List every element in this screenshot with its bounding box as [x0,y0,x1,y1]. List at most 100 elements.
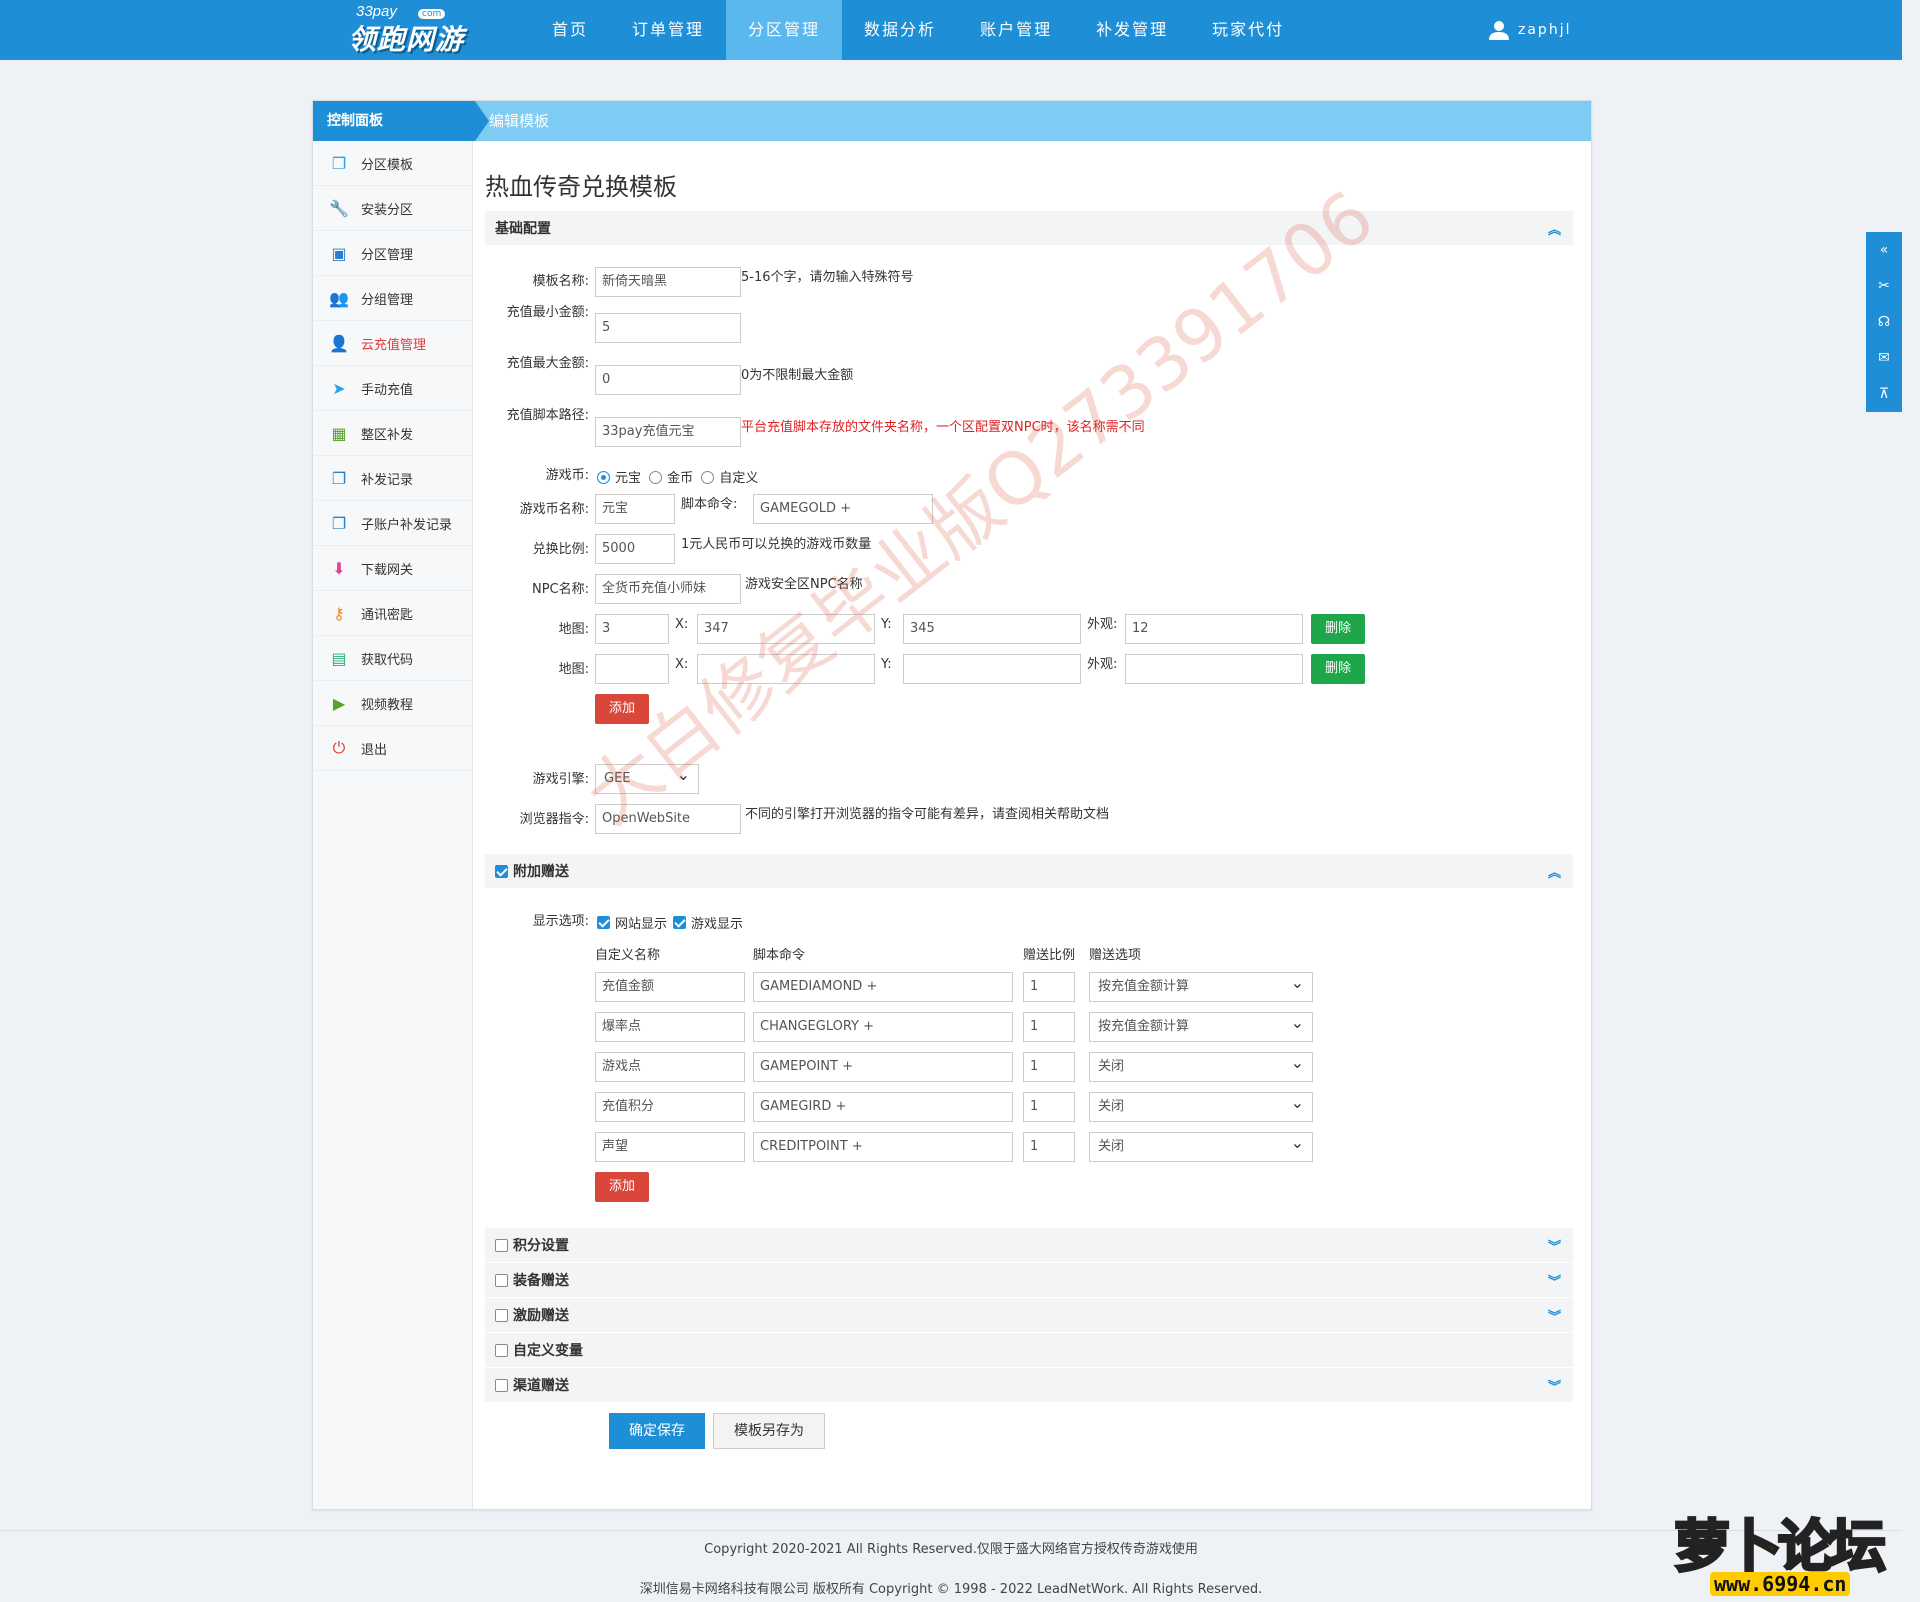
bonus-name-input[interactable]: 充值金额 [595,972,745,1002]
section-equipment[interactable]: 装备赠送 ︾ [485,1263,1573,1297]
map-input[interactable] [595,654,669,684]
bonus-name-input[interactable]: 游戏点 [595,1052,745,1082]
sidebar-item-cloud-recharge[interactable]: 👤 云充值管理 [313,321,472,366]
sidebar-item-group-manage[interactable]: 👥 分组管理 [313,276,472,321]
sidebar-item-logout[interactable]: ⏻ 退出 [313,726,472,771]
show-site-checkbox[interactable] [597,916,610,929]
chevron-up-icon[interactable]: ︽ [1548,862,1561,881]
sidebar-item-get-code[interactable]: ▤ 获取代码 [313,636,472,681]
control-panel-tab[interactable]: 控制面板 [313,101,489,141]
user-menu[interactable]: zaphjl [1488,0,1571,60]
bonus-cmd-input[interactable]: GAMEPOINT + [753,1052,1013,1082]
bonus-ratio-input[interactable]: 1 [1023,1052,1075,1082]
radio-button[interactable] [597,471,610,484]
incentive-checkbox[interactable] [495,1308,508,1322]
y-input[interactable]: 345 [903,614,1081,644]
bonus-ratio-input[interactable]: 1 [1023,1132,1075,1162]
bonus-ratio-input[interactable]: 1 [1023,1012,1075,1042]
radio-custom[interactable]: 自定义 [701,471,758,486]
radio-button[interactable] [701,471,715,484]
bonus-name-input[interactable]: 声望 [595,1132,745,1162]
chevron-down-icon[interactable]: ︾ [1548,1306,1561,1325]
sidebar-item-comm-key[interactable]: ⚷ 通讯密匙 [313,591,472,636]
chevron-down-icon[interactable]: ︾ [1548,1236,1561,1255]
add-map-button[interactable]: 添加 [595,694,649,724]
bonus-cmd-input[interactable]: GAMEGIRD + [753,1092,1013,1122]
collapse-icon[interactable]: « [1880,232,1889,268]
sidebar-item-video-tutorial[interactable]: ▶ 视频教程 [313,681,472,726]
chevron-down-icon[interactable]: ︾ [1548,1376,1561,1395]
radio-gold[interactable]: 金币 [649,471,693,486]
radio-button[interactable] [649,471,663,484]
sidebar-item-zone-manage[interactable]: ▣ 分区管理 [313,231,472,276]
bonus-ratio-input[interactable]: 1 [1023,1092,1075,1122]
support-icon[interactable]: ☊ [1878,304,1890,340]
nav-accounts[interactable]: 账户管理 [958,0,1074,60]
chevron-up-icon[interactable]: ︽ [1548,219,1561,238]
nav-player-pay[interactable]: 玩家代付 [1190,0,1306,60]
section-basic-config[interactable]: 基础配置 ︽ [485,211,1573,245]
bonus-option-select[interactable]: 关闭 [1089,1049,1313,1082]
sidebar-item-download-gateway[interactable]: ⬇ 下载网关 [313,546,472,591]
show-game-checkbox[interactable] [673,916,687,929]
save-button[interactable]: 确定保存 [609,1413,705,1449]
bonus-option-select[interactable]: 关闭 [1089,1089,1313,1122]
npc-input[interactable]: 全货币充值小师妹 [595,574,741,604]
look-input[interactable]: 12 [1125,614,1303,644]
chevron-down-icon[interactable]: ︾ [1548,1271,1561,1290]
nav-zones[interactable]: 分区管理 [726,0,843,60]
ratio-input[interactable]: 5000 [595,534,675,564]
script-path-input[interactable]: 33pay充值元宝 [595,417,741,447]
chat-icon[interactable]: ✉ [1878,340,1890,376]
sidebar-item-reissue-log[interactable]: ❐ 补发记录 [313,456,472,501]
bonus-name-input[interactable]: 充值积分 [595,1092,745,1122]
engine-select[interactable]: GEE [595,761,699,794]
browser-cmd-input[interactable]: OpenWebSite [595,804,741,834]
equipment-checkbox[interactable] [495,1273,508,1287]
x-input[interactable] [697,654,875,684]
delete-map-button[interactable]: 删除 [1311,654,1365,684]
sidebar-item-zone-reissue[interactable]: ▦ 整区补发 [313,411,472,456]
custom-vars-checkbox[interactable] [495,1343,508,1357]
sidebar-item-install-zone[interactable]: 🔧 安装分区 [313,186,472,231]
nav-reissue[interactable]: 补发管理 [1074,0,1190,60]
radio-yuanbao[interactable]: 元宝 [597,471,641,486]
channel-checkbox[interactable] [495,1378,508,1392]
tools-icon[interactable]: ✂ [1878,268,1890,304]
sidebar-item-manual-recharge[interactable]: ➤ 手动充值 [313,366,472,411]
bonus-cmd-input[interactable]: GAMEDIAMOND + [753,972,1013,1002]
bonus-option-select[interactable]: 按充值金额计算 [1089,1009,1313,1042]
section-incentive[interactable]: 激励赠送 ︾ [485,1298,1573,1332]
delete-map-button[interactable]: 删除 [1311,614,1365,644]
bonus-option-select[interactable]: 关闭 [1089,1129,1313,1162]
y-input[interactable] [903,654,1081,684]
nav-analytics[interactable]: 数据分析 [842,0,958,60]
section-bonus[interactable]: 附加赠送 ︽ [485,854,1573,888]
bonus-option-select[interactable]: 按充值金额计算 [1089,969,1313,1002]
currency-name-input[interactable]: 元宝 [595,494,675,524]
nav-home[interactable]: 首页 [530,0,610,60]
bonus-ratio-input[interactable]: 1 [1023,972,1075,1002]
bonus-checkbox[interactable] [495,864,508,878]
script-cmd-input[interactable]: GAMEGOLD + [753,494,933,524]
min-amount-input[interactable]: 5 [595,313,741,343]
save-as-button[interactable]: 模板另存为 [713,1413,825,1449]
bonus-name-input[interactable]: 爆率点 [595,1012,745,1042]
section-channel[interactable]: 渠道赠送 ︾ [485,1368,1573,1402]
bonus-cmd-input[interactable]: CHANGEGLORY + [753,1012,1013,1042]
points-checkbox[interactable] [495,1238,508,1252]
nav-orders[interactable]: 订单管理 [610,0,726,60]
sidebar-item-zone-template[interactable]: ❐ 分区模板 [313,141,472,186]
x-input[interactable]: 347 [697,614,875,644]
add-bonus-button[interactable]: 添加 [595,1172,649,1202]
section-custom-vars[interactable]: 自定义变量 [485,1333,1573,1367]
sidebar-item-sub-reissue-log[interactable]: ❐ 子账户补发记录 [313,501,472,546]
brand-logo[interactable]: 33pay com 领跑网游 [348,3,498,57]
back-to-top-icon[interactable]: ⊼ [1879,376,1889,412]
section-points[interactable]: 积分设置 ︾ [485,1228,1573,1262]
bonus-cmd-input[interactable]: CREDITPOINT + [753,1132,1013,1162]
look-input[interactable] [1125,654,1303,684]
map-input[interactable]: 3 [595,614,669,644]
max-amount-input[interactable]: 0 [595,365,741,395]
template-name-input[interactable]: 新倚天暗黑 [595,267,741,297]
